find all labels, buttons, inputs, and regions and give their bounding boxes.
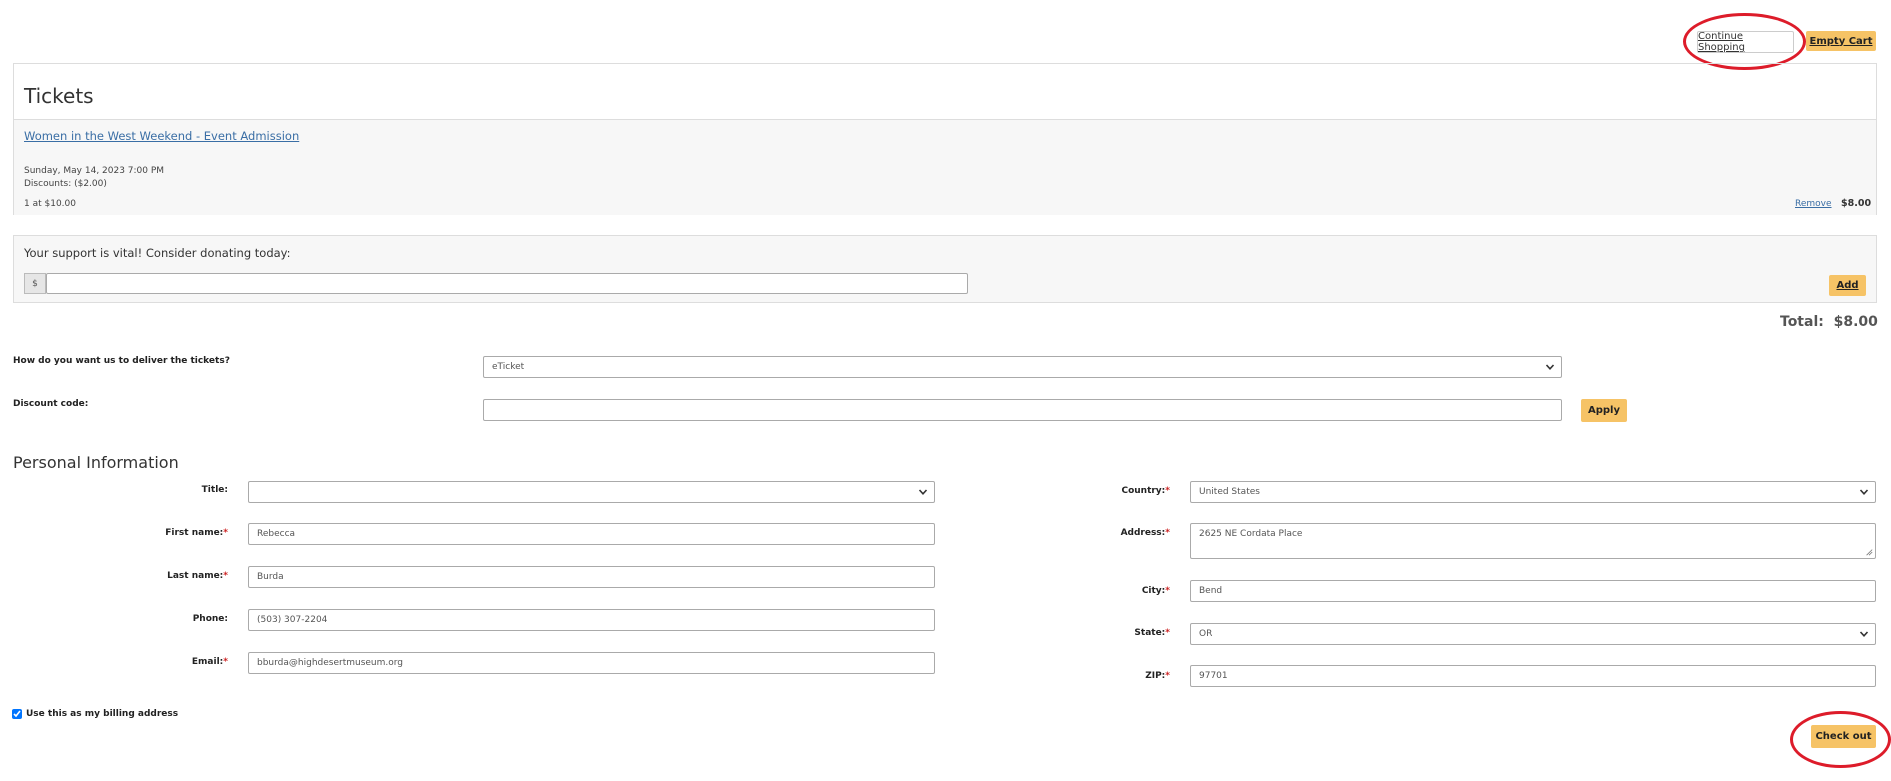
checkout-button[interactable]: Check out bbox=[1811, 725, 1876, 748]
billing-address-option[interactable]: Use this as my billing address bbox=[12, 709, 178, 719]
total-label: Total: bbox=[1780, 314, 1824, 330]
order-total: Total: $8.00 bbox=[1780, 314, 1878, 330]
chevron-down-icon bbox=[1859, 631, 1869, 637]
continue-shopping-button[interactable]: Continue Shopping bbox=[1697, 31, 1794, 53]
required-asterisk: * bbox=[1165, 628, 1170, 638]
required-asterisk: * bbox=[1165, 671, 1170, 681]
donation-prompt: Your support is vital! Consider donating… bbox=[24, 246, 291, 260]
discount-label: Discount code: bbox=[13, 399, 89, 409]
apply-label: Apply bbox=[1587, 405, 1620, 416]
required-asterisk: * bbox=[223, 657, 228, 667]
tickets-heading: Tickets bbox=[24, 84, 94, 108]
address-textarea[interactable]: 2625 NE Cordata Place bbox=[1190, 523, 1876, 559]
last-name-input[interactable]: Burda bbox=[248, 566, 935, 588]
city-input[interactable]: Bend bbox=[1190, 580, 1876, 602]
billing-address-label: Use this as my billing address bbox=[26, 709, 179, 719]
empty-cart-label: Empty Cart bbox=[1809, 35, 1873, 47]
remove-link[interactable]: Remove bbox=[1795, 199, 1832, 209]
delivery-selected-value: eTicket bbox=[492, 362, 525, 372]
title-label: Title: bbox=[201, 485, 228, 495]
billing-address-checkbox[interactable] bbox=[12, 709, 22, 719]
required-asterisk: * bbox=[1165, 586, 1170, 596]
tickets-panel: Tickets Women in the West Weekend - Even… bbox=[13, 63, 1877, 215]
resize-handle-icon[interactable] bbox=[1865, 548, 1873, 556]
delivery-select[interactable]: eTicket bbox=[483, 356, 1562, 378]
total-value: $8.00 bbox=[1833, 314, 1878, 330]
first-name-label: First name:* bbox=[165, 528, 228, 538]
donation-add-button[interactable]: Add bbox=[1829, 275, 1866, 296]
ticket-item-title-link[interactable]: Women in the West Weekend - Event Admiss… bbox=[24, 129, 299, 143]
zip-label: ZIP:* bbox=[1145, 671, 1170, 681]
empty-cart-button[interactable]: Empty Cart bbox=[1806, 31, 1876, 51]
address-label: Address:* bbox=[1120, 528, 1170, 538]
phone-label: Phone: bbox=[192, 614, 228, 624]
country-label: Country:* bbox=[1121, 486, 1170, 496]
required-asterisk: * bbox=[223, 571, 228, 581]
discount-code-input[interactable] bbox=[483, 399, 1562, 421]
country-selected-value: United States bbox=[1199, 487, 1260, 497]
zip-input[interactable]: 97701 bbox=[1190, 665, 1876, 687]
donation-currency-addon: $ bbox=[24, 273, 46, 294]
donation-add-label: Add bbox=[1836, 280, 1859, 291]
donation-panel: Your support is vital! Consider donating… bbox=[13, 235, 1877, 303]
required-asterisk: * bbox=[1165, 486, 1170, 496]
continue-shopping-label: Continue Shopping bbox=[1698, 31, 1745, 53]
last-name-label: Last name:* bbox=[167, 571, 228, 581]
state-selected-value: OR bbox=[1199, 629, 1213, 639]
email-label: Email:* bbox=[191, 657, 228, 667]
state-label: State:* bbox=[1134, 628, 1170, 638]
country-select[interactable]: United States bbox=[1190, 481, 1876, 503]
ticket-line-total: $8.00 bbox=[1841, 198, 1872, 209]
first-name-input[interactable]: Rebecca bbox=[248, 523, 935, 545]
apply-discount-button[interactable]: Apply bbox=[1581, 399, 1627, 422]
required-asterisk: * bbox=[223, 528, 228, 538]
donation-amount-input[interactable] bbox=[46, 273, 968, 294]
ticket-date: Sunday, May 14, 2023 7:00 PM bbox=[24, 166, 165, 176]
ticket-qty-price: 1 at $10.00 bbox=[24, 199, 76, 209]
ticket-discounts: Discounts: ($2.00) bbox=[24, 179, 107, 189]
chevron-down-icon bbox=[1545, 364, 1555, 370]
chevron-down-icon bbox=[1859, 489, 1869, 495]
chevron-down-icon bbox=[918, 489, 928, 495]
personal-info-heading: Personal Information bbox=[13, 453, 179, 472]
title-select[interactable] bbox=[248, 481, 935, 503]
email-input[interactable]: bburda@highdesertmuseum.org bbox=[248, 652, 935, 674]
ticket-item: Women in the West Weekend - Event Admiss… bbox=[14, 119, 1876, 215]
address-value: 2625 NE Cordata Place bbox=[1199, 529, 1303, 539]
required-asterisk: * bbox=[1165, 528, 1170, 538]
phone-input[interactable]: (503) 307-2204 bbox=[248, 609, 935, 631]
checkout-label: Check out bbox=[1815, 731, 1872, 742]
delivery-label: How do you want us to deliver the ticket… bbox=[13, 356, 230, 366]
state-select[interactable]: OR bbox=[1190, 623, 1876, 645]
city-label: City:* bbox=[1141, 586, 1170, 596]
